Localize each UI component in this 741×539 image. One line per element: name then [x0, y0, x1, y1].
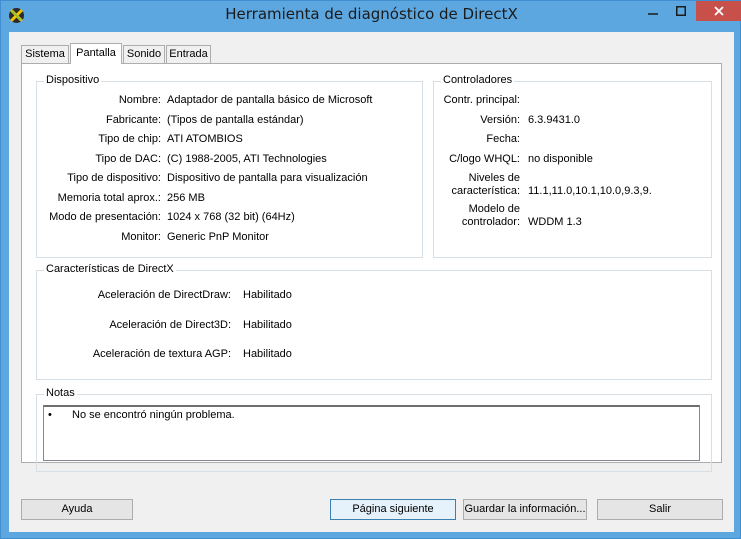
version-label: Versión: — [480, 114, 520, 126]
monitor-value: Generic PnP Monitor — [167, 231, 269, 243]
direct3d-label: Aceleración de Direct3D: — [109, 319, 231, 331]
directx-features-group: Características de DirectX Aceleración d… — [36, 263, 712, 380]
device-group-title: Dispositivo — [44, 74, 102, 86]
minimize-button[interactable] — [640, 1, 666, 21]
device-type-label: Tipo de dispositivo: — [67, 172, 161, 184]
window-title: Herramienta de diagnóstico de DirectX — [225, 5, 518, 23]
directdraw-label: Aceleración de DirectDraw: — [97, 289, 231, 301]
chip-type-label: Tipo de chip: — [98, 133, 161, 145]
exit-button[interactable]: Salir — [597, 499, 723, 520]
device-name-label: Nombre: — [118, 94, 161, 106]
version-value: 6.3.9431.0 — [528, 114, 580, 126]
title-bar[interactable]: Herramienta de diagnóstico de DirectX — [1, 1, 741, 31]
display-mode-label: Modo de presentación: — [49, 211, 161, 223]
tab-entrada[interactable]: Entrada — [166, 45, 211, 64]
client-area: Sistema Pantalla Sonido Entrada Disposit… — [9, 32, 734, 532]
note-item: • No se encontró ningún problema. — [48, 409, 235, 421]
dac-type-label: Tipo de DAC: — [95, 153, 161, 165]
memory-label: Memoria total aprox.: — [57, 192, 161, 204]
tab-sonido[interactable]: Sonido — [123, 45, 165, 64]
drivers-group: Controladores Contr. principal: Versión:… — [433, 74, 712, 258]
maximize-icon — [676, 6, 686, 16]
date-label: Fecha: — [486, 133, 520, 145]
whql-value: no disponible — [528, 153, 593, 165]
display-mode-value: 1024 x 768 (32 bit) (64Hz) — [167, 211, 295, 223]
chip-type-value: ATI ATOMBIOS — [167, 133, 243, 145]
driver-model-label-line1: Modelo de — [468, 203, 520, 215]
tab-sistema[interactable]: Sistema — [21, 45, 69, 64]
device-group: Dispositivo Nombre: Adaptador de pantall… — [36, 74, 423, 258]
manufacturer-value: (Tipos de pantalla estándar) — [167, 114, 304, 126]
display-tab-page: Dispositivo Nombre: Adaptador de pantall… — [21, 63, 722, 472]
close-icon — [713, 6, 724, 16]
feature-levels-value: 11.1,11.0,10.1,10.0,9.3,9. — [528, 185, 652, 197]
directx-diag-window: Herramienta de diagnóstico de DirectX Si… — [0, 0, 741, 539]
device-name-value: Adaptador de pantalla básico de Microsof… — [167, 94, 373, 106]
notes-group: Notas • No se encontró ningún problema. — [36, 387, 712, 472]
notes-title: Notas — [44, 387, 77, 399]
driver-model-value: WDDM 1.3 — [528, 216, 582, 228]
directx-features-title: Características de DirectX — [44, 263, 176, 275]
main-driver-label: Contr. principal: — [443, 94, 520, 106]
memory-value: 256 MB — [167, 192, 205, 204]
dac-type-value: (C) 1988-2005, ATI Technologies — [167, 153, 327, 165]
close-button[interactable] — [696, 1, 741, 21]
manufacturer-label: Fabricante: — [105, 114, 161, 126]
minimize-icon — [648, 13, 658, 15]
bullet-icon: • — [48, 409, 52, 421]
device-type-value: Dispositivo de pantalla para visualizaci… — [167, 172, 368, 184]
driver-model-label-line2: controlador: — [461, 216, 520, 228]
feature-levels-label-line2: característica: — [451, 185, 520, 197]
directdraw-value: Habilitado — [243, 289, 292, 301]
monitor-label: Monitor: — [121, 231, 161, 243]
note-text: No se encontró ningún problema. — [72, 409, 235, 421]
drivers-group-title: Controladores — [441, 74, 515, 86]
tab-pantalla[interactable]: Pantalla — [70, 43, 122, 64]
agp-label: Aceleración de textura AGP: — [92, 348, 231, 360]
direct3d-value: Habilitado — [243, 319, 292, 331]
agp-value: Habilitado — [243, 348, 292, 360]
notes-list[interactable]: • No se encontró ningún problema. — [43, 405, 700, 461]
save-info-button[interactable]: Guardar la información... — [463, 499, 587, 520]
next-page-button[interactable]: Página siguiente — [330, 499, 456, 520]
help-button[interactable]: Ayuda — [21, 499, 133, 520]
whql-label: C/logo WHQL: — [449, 153, 520, 165]
feature-levels-label-line1: Niveles de — [468, 172, 520, 184]
maximize-button[interactable] — [668, 1, 694, 21]
